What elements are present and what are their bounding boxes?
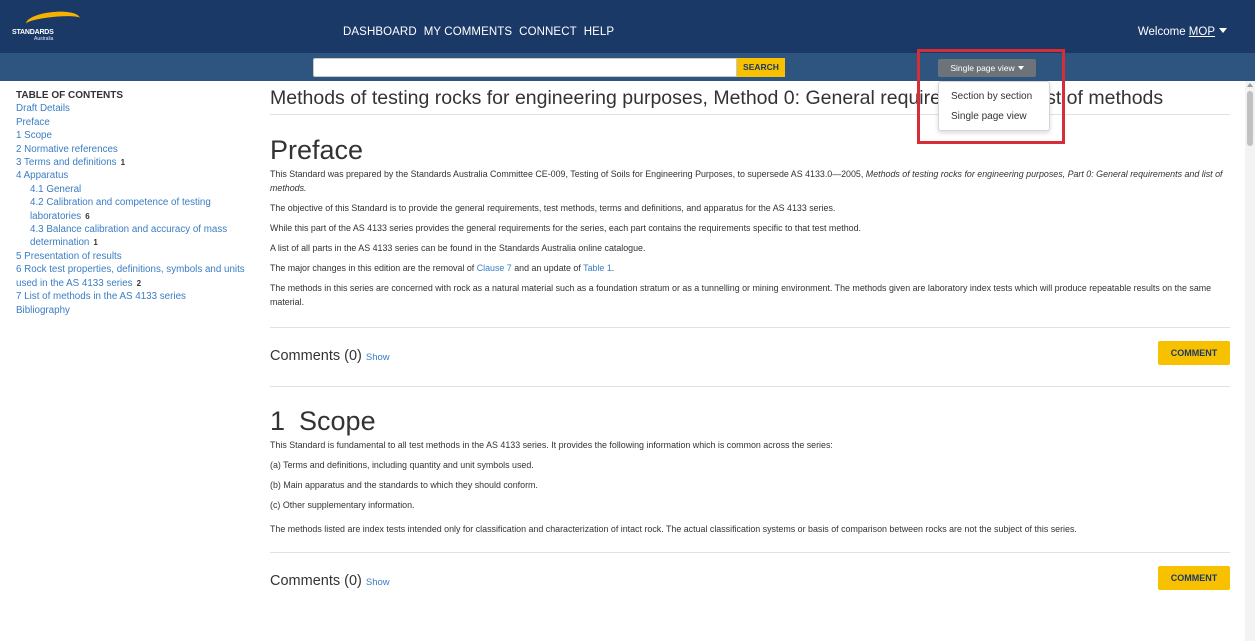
toc-item-scope[interactable]: 1 Scope bbox=[16, 129, 246, 142]
toc-item-apparatus[interactable]: 4 Apparatus bbox=[16, 169, 246, 182]
comment-count-badge: 1 bbox=[93, 238, 98, 248]
comments-label: Comments (0) Show bbox=[270, 348, 390, 364]
user-menu[interactable]: Welcome MOP bbox=[1138, 26, 1227, 38]
annotation-highlight-box bbox=[917, 49, 1065, 144]
comment-count-badge: 6 bbox=[85, 211, 90, 221]
toc-item-balance-calibration[interactable]: 4.3 Balance calibration and accuracy of … bbox=[16, 223, 246, 250]
show-comments-link[interactable]: Show bbox=[366, 577, 390, 588]
logo-subtext: Australia bbox=[34, 36, 54, 42]
nav-help[interactable]: HELP bbox=[584, 26, 614, 38]
preface-heading: Preface bbox=[270, 135, 364, 165]
scope-paragraph: This Standard is fundamental to all test… bbox=[270, 440, 833, 450]
username-link[interactable]: MOP bbox=[1189, 26, 1215, 38]
toc-item-rock-test-properties[interactable]: 6 Rock test properties, definitions, sym… bbox=[16, 263, 246, 290]
toc-item-calibration[interactable]: 4.2 Calibration and competence of testin… bbox=[16, 196, 246, 223]
standards-australia-logo[interactable]: STANDARDS Australia bbox=[8, 9, 96, 42]
scope-list-item: (c) Other supplementary information. bbox=[270, 500, 415, 510]
show-comments-link[interactable]: Show bbox=[366, 352, 390, 363]
document-content: Methods of testing rocks for engineering… bbox=[270, 86, 1230, 611]
welcome-text: Welcome bbox=[1137, 26, 1189, 38]
scope-comments-row: Comments (0) Show COMMENT bbox=[270, 553, 1230, 611]
toc-item-bibliography[interactable]: Bibliography bbox=[16, 304, 246, 317]
scroll-thumb[interactable] bbox=[1247, 91, 1253, 146]
logo-text: STANDARDS bbox=[12, 29, 54, 36]
comments-label: Comments (0) Show bbox=[270, 573, 390, 589]
comment-count-badge: 1 bbox=[120, 158, 126, 168]
preface-comments-row: Comments (0) Show COMMENT bbox=[270, 328, 1230, 386]
preface-paragraph: The major changes in this edition are th… bbox=[270, 263, 615, 273]
toc-item-draft-details[interactable]: Draft Details bbox=[16, 102, 246, 115]
preface-paragraph: The objective of this Standard is to pro… bbox=[270, 203, 836, 213]
preface-paragraph: A list of all parts in the AS 4133 serie… bbox=[270, 243, 646, 253]
scope-heading: 1 Scope bbox=[270, 406, 376, 436]
top-navbar: STANDARDS Australia DASHBOARD MY COMMENT… bbox=[0, 0, 1255, 53]
divider bbox=[270, 114, 1230, 115]
nav-dashboard[interactable]: DASHBOARD bbox=[343, 26, 417, 38]
toc-item-normative-references[interactable]: 2 Normative references bbox=[16, 143, 246, 156]
nav-connect[interactable]: CONNECT bbox=[519, 26, 577, 38]
preface-paragraph: This Standard was prepared by the Standa… bbox=[270, 169, 1223, 193]
search-button[interactable]: SEARCH bbox=[737, 58, 785, 77]
comment-button[interactable]: COMMENT bbox=[1158, 566, 1230, 590]
chevron-down-icon bbox=[1219, 28, 1227, 33]
preface-paragraph: While this part of the AS 4133 series pr… bbox=[270, 223, 861, 233]
comment-count-badge: 2 bbox=[136, 278, 142, 288]
toc-item-general[interactable]: 4.1 General bbox=[16, 183, 246, 196]
divider bbox=[270, 386, 1230, 387]
clause-7-link[interactable]: Clause 7 bbox=[477, 263, 512, 273]
search-input[interactable] bbox=[313, 58, 737, 77]
toc-item-terms-definitions[interactable]: 3 Terms and definitions 1 bbox=[16, 156, 246, 169]
toc-item-list-of-methods[interactable]: 7 List of methods in the AS 4133 series bbox=[16, 290, 246, 303]
document-title: Methods of testing rocks for engineering… bbox=[270, 87, 1164, 109]
scope-list-item: (b) Main apparatus and the standards to … bbox=[270, 480, 538, 490]
table-of-contents: TABLE OF CONTENTS Draft Details Preface … bbox=[16, 89, 246, 317]
scope-list-item: (a) Terms and definitions, including qua… bbox=[270, 460, 534, 470]
comment-button[interactable]: COMMENT bbox=[1158, 341, 1230, 365]
toc-item-preface[interactable]: Preface bbox=[16, 116, 246, 129]
page-scrollbar[interactable] bbox=[1245, 81, 1255, 641]
nav-my-comments[interactable]: MY COMMENTS bbox=[424, 26, 512, 38]
main-nav: DASHBOARD MY COMMENTS CONNECT HELP bbox=[343, 26, 614, 38]
table-1-link[interactable]: Table 1 bbox=[583, 263, 612, 273]
toc-title: TABLE OF CONTENTS bbox=[16, 90, 124, 101]
search-toolbar: SEARCH DOWNLOAD bbox=[0, 53, 1255, 125]
toc-item-presentation-results[interactable]: 5 Presentation of results bbox=[16, 250, 246, 263]
scroll-up-icon[interactable] bbox=[1247, 83, 1253, 87]
scope-paragraph: The methods listed are index tests inten… bbox=[270, 524, 1077, 534]
preface-paragraph: The methods in this series are concerned… bbox=[270, 283, 1212, 307]
